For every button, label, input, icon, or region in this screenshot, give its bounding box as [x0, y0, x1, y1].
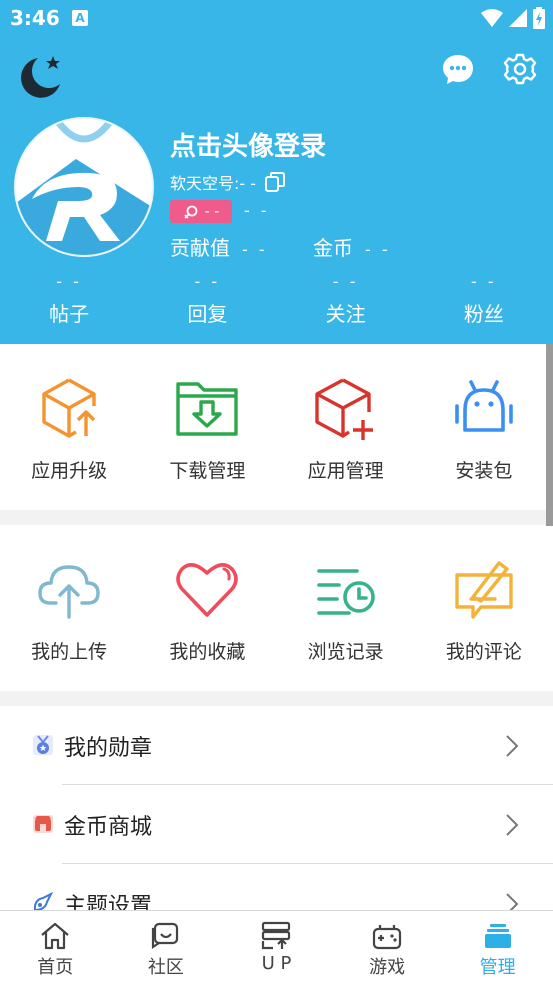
- profile-counts: - - 帖子 - - 回复 - - 关注 - - 粉丝: [0, 272, 553, 332]
- manage-icon: [484, 924, 511, 948]
- list-label: 主题设置: [64, 894, 153, 910]
- grid-label: 浏览记录: [307, 641, 384, 663]
- browse-history-button[interactable]: 浏览记录: [277, 525, 415, 664]
- app-logo-icon: [16, 119, 152, 255]
- user-activity-panel: 我的上传 我的收藏 浏览记录 我的评论: [0, 525, 553, 691]
- box-add-icon: [314, 378, 373, 440]
- coin-value: - -: [365, 240, 391, 259]
- comment-icon: [455, 561, 513, 619]
- nav-manage[interactable]: 管理: [442, 911, 553, 984]
- home-icon: [41, 922, 70, 950]
- medal-icon: [33, 735, 53, 755]
- cloud-upload-icon: [38, 565, 100, 619]
- upload-server-icon: [262, 921, 291, 950]
- login-title[interactable]: 点击头像登录: [170, 126, 326, 163]
- avatar[interactable]: [14, 117, 154, 257]
- notification-a-icon: A: [72, 10, 88, 26]
- count-value: - -: [194, 272, 221, 291]
- history-icon: [316, 569, 375, 615]
- count-replies[interactable]: - - 回复: [138, 272, 276, 332]
- count-label: 关注: [325, 302, 366, 326]
- grid-label: 安装包: [455, 460, 513, 482]
- count-label: 帖子: [49, 302, 90, 326]
- count-label: 粉丝: [463, 302, 504, 326]
- list-item-medals[interactable]: 我的勋章: [0, 706, 553, 784]
- scrollbar[interactable]: [546, 344, 553, 526]
- signal-icon: [509, 9, 527, 27]
- app-tools-panel: 应用升级 下载管理 应用管理 安装包: [0, 344, 553, 510]
- grid-label: 我的收藏: [169, 641, 246, 663]
- grid-label: 应用升级: [31, 460, 108, 482]
- contribution-value: - -: [242, 240, 268, 259]
- badge-text: - -: [204, 203, 220, 220]
- my-comments-button[interactable]: 我的评论: [415, 525, 553, 664]
- nav-label: 社区: [147, 957, 184, 978]
- heart-icon: [176, 563, 239, 617]
- copy-icon[interactable]: [264, 171, 286, 193]
- wifi-icon: [481, 9, 503, 27]
- profile-header: 3:46 A 点击头像登录 软天空号:- - - - - - 贡献值 - - 金…: [0, 0, 553, 344]
- grid-label: 我的上传: [31, 641, 108, 663]
- community-icon: [151, 922, 178, 950]
- chevron-right-icon: [506, 735, 519, 757]
- box-upgrade-icon: [42, 378, 96, 438]
- nav-up[interactable]: U P: [221, 911, 332, 984]
- count-value: - -: [471, 272, 497, 291]
- nav-home[interactable]: 首页: [0, 911, 111, 984]
- female-symbol-icon: [184, 205, 198, 219]
- download-manager-button[interactable]: 下载管理: [138, 344, 276, 483]
- coin-stat: 金币 - -: [313, 232, 391, 261]
- theme-icon: [33, 892, 54, 910]
- nav-label: 首页: [37, 957, 74, 978]
- message-icon[interactable]: [441, 52, 475, 86]
- list-item-coin-shop[interactable]: 金币商城: [0, 785, 553, 863]
- my-favorites-button[interactable]: 我的收藏: [138, 525, 276, 664]
- count-value: - -: [56, 272, 82, 291]
- chevron-right-icon: [506, 893, 519, 910]
- uid-label: 软天空号:- -: [170, 174, 257, 193]
- install-package-button[interactable]: 安装包: [415, 344, 553, 483]
- status-icons: [481, 6, 545, 30]
- folder-download-icon: [176, 382, 239, 436]
- grid-label: 下载管理: [169, 460, 246, 482]
- chevron-right-icon: [506, 814, 519, 836]
- bottom-navigation: 首页 社区 U P 游戏 管理: [0, 910, 553, 984]
- list-label: 金币商城: [64, 815, 153, 840]
- app-upgrade-button[interactable]: 应用升级: [0, 344, 138, 483]
- shop-icon: [33, 815, 53, 833]
- nav-games[interactable]: 游戏: [332, 911, 443, 984]
- night-mode-icon[interactable]: [16, 52, 64, 100]
- grid-label: 我的评论: [445, 641, 522, 663]
- count-posts[interactable]: - - 帖子: [0, 272, 138, 332]
- list-item-theme-settings[interactable]: 主题设置: [0, 864, 553, 910]
- coin-label: 金币: [313, 236, 353, 260]
- settings-list: 我的勋章 金币商城 主题设置: [0, 706, 553, 910]
- status-time: 3:46: [10, 6, 60, 30]
- count-label: 回复: [187, 302, 228, 326]
- uid-line: 软天空号:- -: [170, 170, 286, 194]
- battery-icon: [533, 7, 545, 29]
- count-following[interactable]: - - 关注: [277, 272, 415, 332]
- level-badge: - -: [170, 200, 232, 223]
- nav-label: 管理: [479, 957, 516, 978]
- badge-value: - -: [244, 201, 270, 220]
- contribution-stat: 贡献值 - -: [170, 232, 268, 261]
- status-bar: 3:46 A: [0, 0, 553, 36]
- nav-label: U P: [261, 953, 292, 974]
- gamepad-icon: [372, 925, 402, 950]
- grid-label: 应用管理: [307, 460, 384, 482]
- android-icon: [455, 380, 513, 432]
- nav-label: 游戏: [369, 957, 406, 978]
- settings-gear-icon[interactable]: [503, 52, 537, 86]
- list-label: 我的勋章: [64, 736, 153, 761]
- contribution-label: 贡献值: [170, 236, 230, 260]
- count-value: - -: [332, 272, 359, 291]
- app-manager-button[interactable]: 应用管理: [277, 344, 415, 483]
- my-uploads-button[interactable]: 我的上传: [0, 525, 138, 664]
- count-fans[interactable]: - - 粉丝: [415, 272, 553, 332]
- nav-community[interactable]: 社区: [111, 911, 222, 984]
